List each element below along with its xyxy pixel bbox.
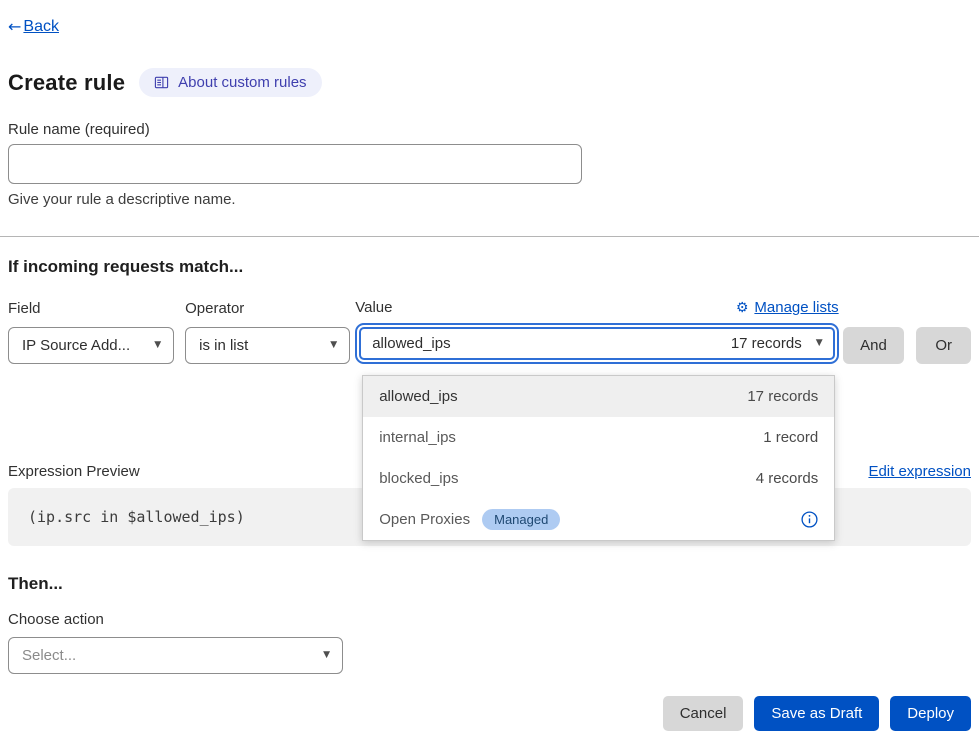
value-select-meta: 17 records <box>731 335 802 352</box>
operator-select-value: is in list <box>199 337 248 354</box>
lists-dropdown-menu: allowed_ips 17 records internal_ips 1 re… <box>362 375 835 541</box>
value-select[interactable]: allowed_ips 17 records ▼ <box>359 327 834 360</box>
deploy-button[interactable]: Deploy <box>890 696 971 731</box>
back-arrow-icon: ← <box>8 17 21 36</box>
condition-builder: Field IP Source Add... ▼ Operator is in … <box>8 299 971 364</box>
action-select[interactable]: Select... ▼ <box>8 637 343 674</box>
choose-action-label: Choose action <box>8 611 971 628</box>
save-as-draft-button[interactable]: Save as Draft <box>754 696 879 731</box>
value-column: Value ⚙ Manage lists allowed_ips 17 reco… <box>355 299 838 364</box>
chevron-down-icon: ▼ <box>154 341 161 350</box>
manage-lists-link[interactable]: ⚙ Manage lists <box>736 299 839 316</box>
value-select-focus-ring: allowed_ips 17 records ▼ <box>355 323 838 364</box>
value-label: Value <box>355 299 392 316</box>
about-custom-rules-link[interactable]: About custom rules <box>139 68 321 97</box>
list-item-name: internal_ips <box>379 429 456 446</box>
chevron-down-icon: ▼ <box>330 341 337 350</box>
rule-name-label: Rule name (required) <box>8 121 971 138</box>
and-button[interactable]: And <box>843 327 905 364</box>
operator-select[interactable]: is in list ▼ <box>185 327 350 364</box>
expression-code: (ip.src in $allowed_ips) <box>28 508 245 526</box>
list-item-internal-ips[interactable]: internal_ips 1 record <box>363 417 834 458</box>
list-item-name: Open Proxies <box>379 511 470 528</box>
field-select[interactable]: IP Source Add... ▼ <box>8 327 174 364</box>
condition-row: Field IP Source Add... ▼ Operator is in … <box>8 299 971 364</box>
info-icon[interactable] <box>801 511 818 528</box>
title-row: Create rule About custom rules <box>8 68 971 97</box>
managed-badge: Managed <box>482 509 560 530</box>
expression-preview-label: Expression Preview <box>8 463 140 480</box>
back-row: ←Back <box>8 0 971 37</box>
manage-lists-label: Manage lists <box>754 299 838 316</box>
about-custom-rules-label: About custom rules <box>178 74 306 91</box>
list-item-record-count: 17 records <box>747 388 818 405</box>
rule-name-input[interactable] <box>8 144 582 184</box>
cancel-button[interactable]: Cancel <box>663 696 744 731</box>
field-select-value: IP Source Add... <box>22 337 130 354</box>
value-label-row: Value ⚙ Manage lists <box>355 299 838 316</box>
gear-icon: ⚙ <box>736 300 749 316</box>
action-select-placeholder: Select... <box>22 647 76 664</box>
value-select-name: allowed_ips <box>372 335 450 352</box>
field-column: Field IP Source Add... ▼ <box>8 300 174 364</box>
rule-name-helper: Give your rule a descriptive name. <box>8 191 971 208</box>
then-section-heading: Then... <box>8 574 971 594</box>
list-item-record-count: 1 record <box>763 429 818 446</box>
or-button[interactable]: Or <box>916 327 971 364</box>
chevron-down-icon: ▼ <box>323 651 330 660</box>
operator-column: Operator is in list ▼ <box>185 300 350 364</box>
page-title: Create rule <box>8 70 125 96</box>
create-rule-page: ←Back Create rule About custom rules Rul… <box>0 0 979 739</box>
chevron-down-icon: ▼ <box>816 339 823 348</box>
edit-expression-link[interactable]: Edit expression <box>868 463 971 480</box>
field-label: Field <box>8 300 174 317</box>
list-item-allowed-ips[interactable]: allowed_ips 17 records <box>363 376 834 417</box>
back-link-label: Back <box>23 18 59 36</box>
section-divider <box>0 236 979 237</box>
operator-label: Operator <box>185 300 350 317</box>
back-link[interactable]: ←Back <box>8 17 59 36</box>
list-item-blocked-ips[interactable]: blocked_ips 4 records <box>363 458 834 499</box>
list-item-name: blocked_ips <box>379 470 458 487</box>
list-item-name: allowed_ips <box>379 388 457 405</box>
book-icon <box>154 75 169 90</box>
footer-actions: Cancel Save as Draft Deploy <box>8 696 971 731</box>
list-item-record-count: 4 records <box>756 470 819 487</box>
list-item-open-proxies[interactable]: Open Proxies Managed <box>363 499 834 540</box>
match-section-heading: If incoming requests match... <box>8 257 971 277</box>
